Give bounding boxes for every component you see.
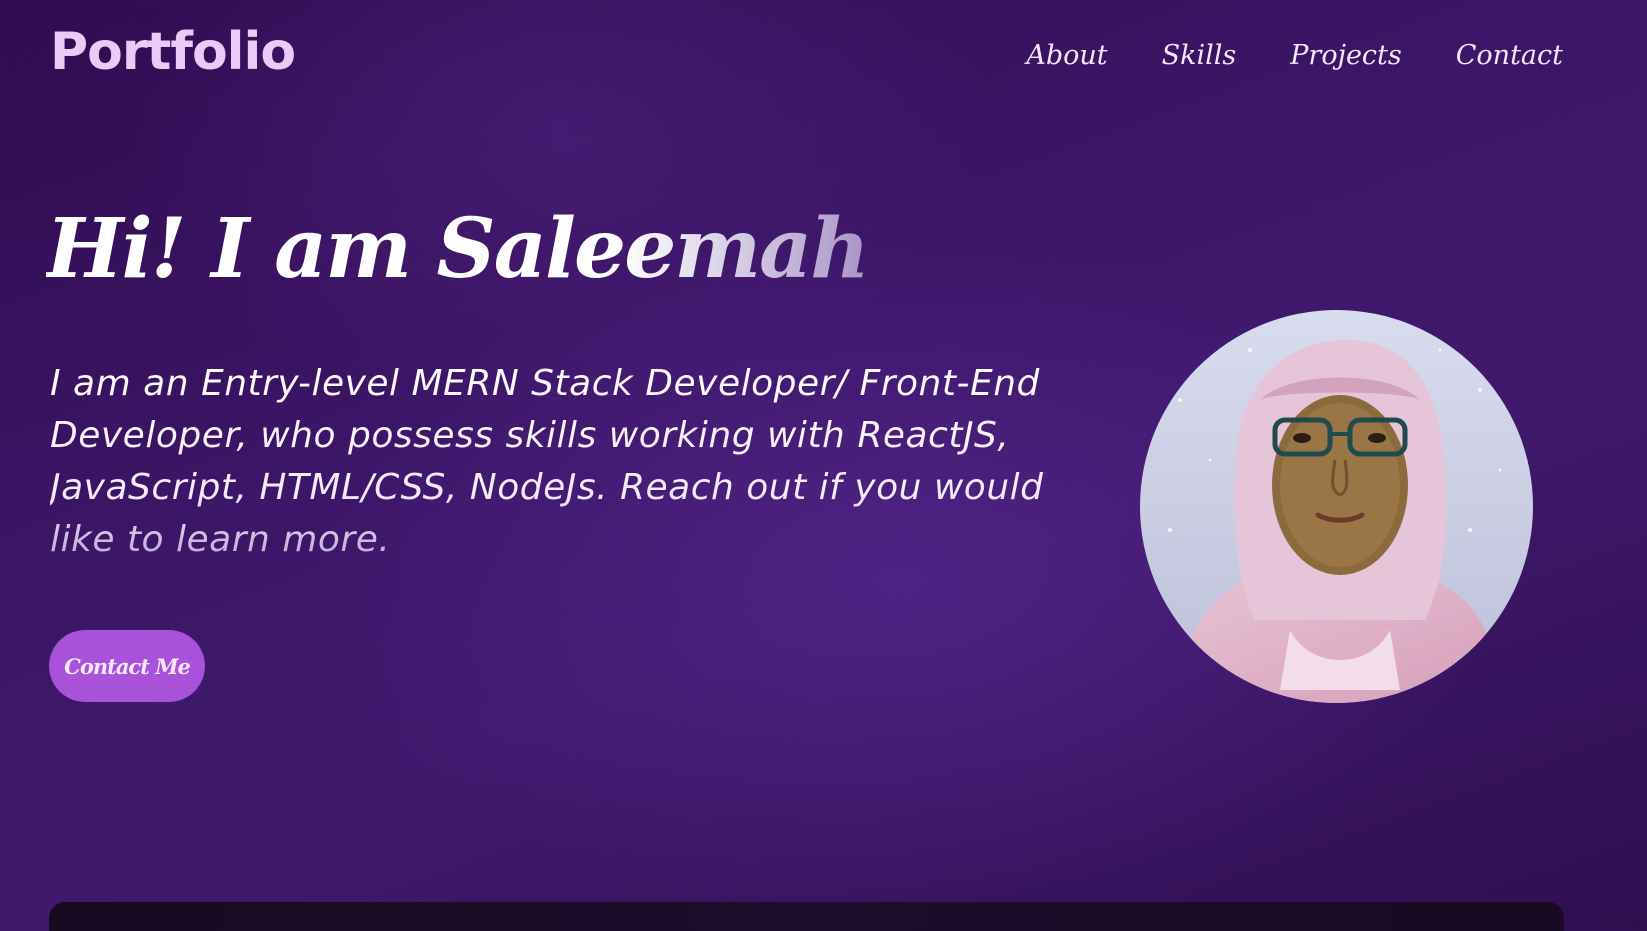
nav-link-projects[interactable]: Projects <box>1290 40 1402 71</box>
navbar: Portfolio About Skills Projects Contact <box>0 0 1647 120</box>
avatar <box>1140 310 1533 703</box>
nav-link-skills[interactable]: Skills <box>1162 40 1237 71</box>
hero-description: I am an Entry-level MERN Stack Developer… <box>50 358 1110 566</box>
nav-links: About Skills Projects Contact <box>1026 40 1563 71</box>
bottom-panel <box>49 902 1564 931</box>
logo[interactable]: Portfolio <box>50 22 296 82</box>
nav-link-about[interactable]: About <box>1026 40 1107 71</box>
contact-me-button[interactable]: Contact Me <box>49 630 205 702</box>
nav-link-contact[interactable]: Contact <box>1456 40 1563 71</box>
hero-title: Hi! I am Saleemah <box>46 201 870 297</box>
profile-photo-icon <box>1140 310 1533 703</box>
